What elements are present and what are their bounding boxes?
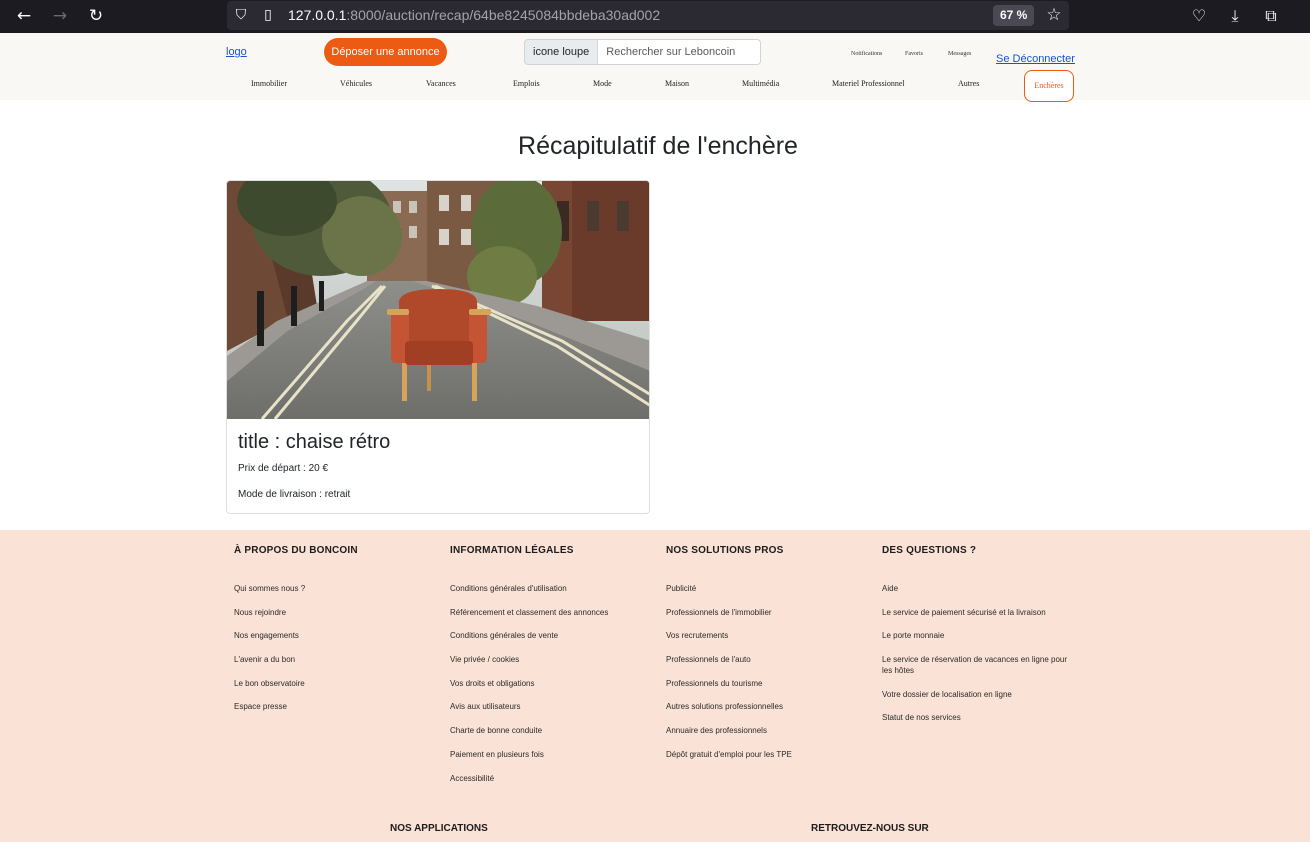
footer-heading: À PROPOS DU BONCOIN	[234, 545, 358, 556]
notifications-link[interactable]: Notifications	[851, 51, 882, 57]
footer-link[interactable]: Nos engagements	[234, 630, 434, 641]
footer-col-legal: INFORMATION LÉGALES Conditions générales…	[450, 545, 650, 796]
card-title: title : chaise rétro	[238, 431, 391, 453]
page-title: Récapitulatif de l'enchère	[518, 132, 798, 160]
footer-link[interactable]: Statut de nos services	[882, 712, 1077, 723]
start-price: Prix de départ : 20 €	[238, 463, 329, 474]
footer-link[interactable]: Qui sommes nous ?	[234, 583, 434, 594]
reload-icon[interactable]: ↻	[83, 3, 109, 29]
footer-link[interactable]: Votre dossier de localisation en ligne	[882, 689, 1077, 700]
footer-link[interactable]: Professionnels de l'immobilier	[666, 607, 866, 618]
footer-col-pros: NOS SOLUTIONS PROS Publicité Professionn…	[666, 545, 866, 773]
footer-link[interactable]: Vos droits et obligations	[450, 678, 650, 689]
footer-heading: INFORMATION LÉGALES	[450, 545, 574, 556]
footer-link[interactable]: Conditions générales de vente	[450, 630, 650, 641]
footer-link[interactable]: Annuaire des professionnels	[666, 725, 866, 736]
star-icon[interactable]: ☆	[1043, 4, 1065, 26]
footer-link[interactable]: Vos recrutements	[666, 630, 866, 641]
category-emplois[interactable]: Emplois	[513, 79, 540, 88]
footer-apps-heading: NOS APPLICATIONS	[390, 823, 488, 834]
category-mode[interactable]: Mode	[593, 79, 612, 88]
back-arrow-icon[interactable]: ←	[11, 3, 37, 29]
zoom-badge[interactable]: 67 %	[993, 5, 1035, 26]
shield-icon[interactable]: ⛉	[231, 5, 251, 25]
category-vacances[interactable]: Vacances	[426, 79, 456, 88]
footer-link[interactable]: Référencement et classement des annonces	[450, 607, 650, 618]
category-encheres[interactable]: Enchères	[1024, 70, 1074, 102]
category-autres[interactable]: Autres	[958, 79, 979, 88]
page-icon[interactable]: ▯	[258, 5, 278, 25]
footer-link[interactable]: Professionnels du tourisme	[666, 678, 866, 689]
footer-link[interactable]: Paiement en plusieurs fois	[450, 749, 650, 760]
logo-link[interactable]: logo	[226, 46, 247, 58]
logout-link[interactable]: Se Déconnecter	[996, 53, 1075, 65]
footer-link[interactable]: Le service de réservation de vacances en…	[882, 654, 1077, 676]
post-ad-button[interactable]: Déposer une annonce	[324, 38, 447, 66]
footer-link[interactable]: Dépôt gratuit d'emploi pour les TPE	[666, 749, 866, 760]
url-host: 127.0.0.1	[288, 7, 347, 23]
footer-link[interactable]: L'avenir a du bon	[234, 654, 434, 665]
footer-link[interactable]: Conditions générales d'utilisation	[450, 583, 650, 594]
pocket-icon[interactable]: ♡	[1187, 4, 1211, 28]
footer-follow-heading: RETROUVEZ-NOUS SUR	[811, 823, 929, 834]
download-icon[interactable]: ⤓	[1223, 4, 1247, 28]
category-vehicules[interactable]: Véhicules	[340, 79, 372, 88]
search-group: icone loupe	[524, 39, 762, 65]
auction-card: title : chaise rétro Prix de départ : 20…	[226, 180, 650, 514]
footer-link[interactable]: Aide	[882, 583, 1077, 594]
product-image	[227, 181, 649, 419]
address-bar[interactable]: ⛉ ▯ 127.0.0.1:8000/auction/recap/64be824…	[227, 1, 1069, 30]
site-footer: À PROPOS DU BONCOIN Qui sommes nous ? No…	[0, 530, 1310, 842]
footer-link[interactable]: Accessibilité	[450, 773, 650, 784]
footer-heading: DES QUESTIONS ?	[882, 545, 977, 556]
messages-link[interactable]: Messages	[948, 51, 971, 57]
delivery-mode: Mode de livraison : retrait	[238, 489, 351, 500]
url-path: :8000/auction/recap/64be8245084bbdeba30a…	[346, 7, 661, 23]
category-maison[interactable]: Maison	[665, 79, 689, 88]
category-materiel-professionnel[interactable]: Materiel Professionnel	[832, 79, 905, 88]
url-text[interactable]: 127.0.0.1:8000/auction/recap/64be8245084…	[288, 7, 660, 23]
site-header: logo Déposer une annonce icone loupe Not…	[0, 33, 1310, 102]
footer-link[interactable]: Le service de paiement sécurisé et la li…	[882, 607, 1077, 618]
footer-link[interactable]: Nous rejoindre	[234, 607, 434, 618]
search-icon: icone loupe	[524, 39, 599, 65]
footer-col-about: À PROPOS DU BONCOIN Qui sommes nous ? No…	[234, 545, 434, 725]
footer-link[interactable]: Charte de bonne conduite	[450, 725, 650, 736]
footer-heading: NOS SOLUTIONS PROS	[666, 545, 784, 556]
forward-arrow-icon[interactable]: →	[47, 3, 73, 29]
search-input[interactable]	[598, 39, 762, 65]
extensions-icon[interactable]: ⧉	[1259, 4, 1283, 28]
footer-link[interactable]: Vie privée / cookies	[450, 654, 650, 665]
category-multimedia[interactable]: Multimédia	[742, 79, 779, 88]
footer-link[interactable]: Le porte monnaie	[882, 630, 1077, 641]
footer-link[interactable]: Le bon observatoire	[234, 678, 434, 689]
footer-link[interactable]: Avis aux utilisateurs	[450, 701, 650, 712]
footer-col-questions: DES QUESTIONS ? Aide Le service de paiem…	[882, 545, 1077, 736]
browser-toolbar: ← → ↻ ⛉ ▯ 127.0.0.1:8000/auction/recap/6…	[0, 0, 1310, 33]
favorites-link[interactable]: Favoris	[905, 51, 923, 57]
footer-link[interactable]: Publicité	[666, 583, 866, 594]
footer-link[interactable]: Espace presse	[234, 701, 434, 712]
category-immobilier[interactable]: Immobilier	[251, 79, 287, 88]
footer-link[interactable]: Professionnels de l'auto	[666, 654, 866, 665]
footer-link[interactable]: Autres solutions professionnelles	[666, 701, 866, 712]
